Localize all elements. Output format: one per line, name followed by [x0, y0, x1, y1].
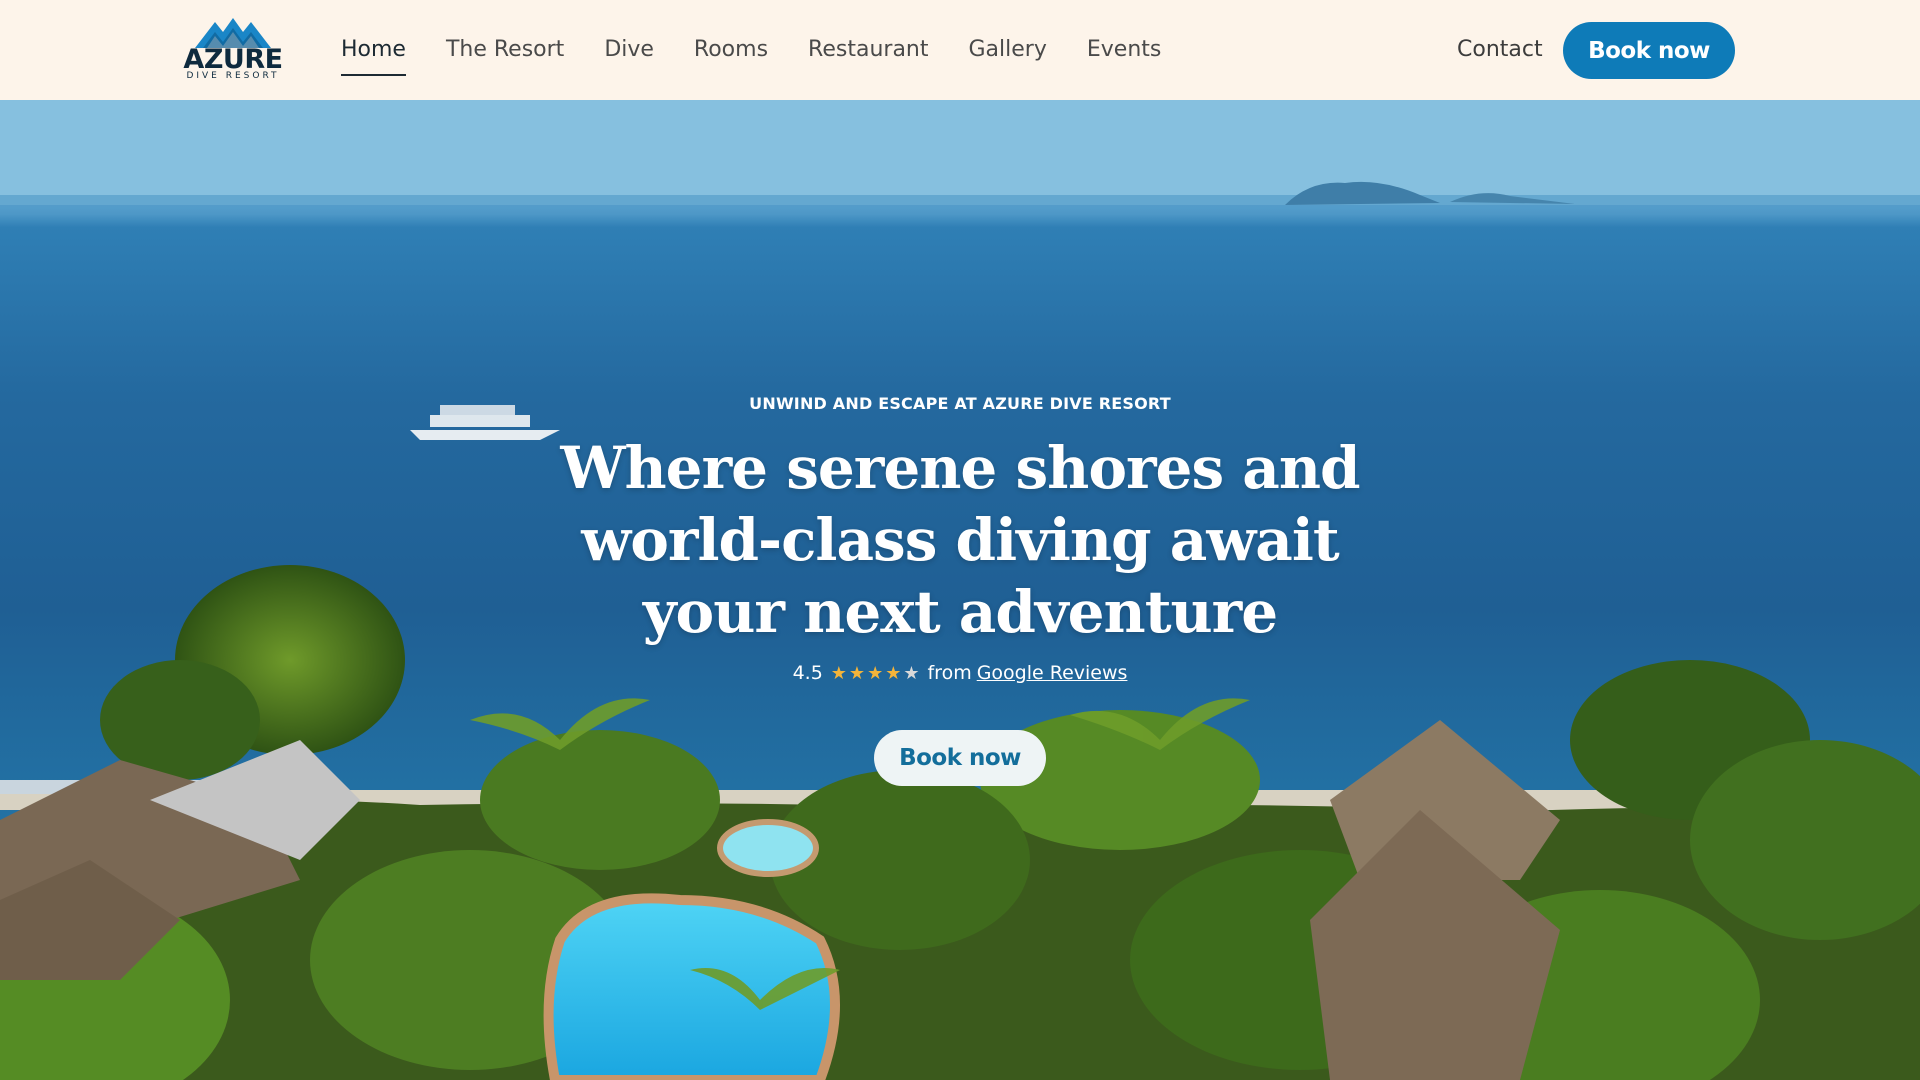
nav-item-restaurant[interactable]: Restaurant	[808, 0, 928, 100]
hero-eyebrow: UNWIND AND ESCAPE AT AZURE DIVE RESORT	[749, 394, 1171, 413]
google-reviews-link[interactable]: Google Reviews	[977, 662, 1128, 684]
site-header: AZURE DIVE RESORT Home The Resort Dive R…	[0, 0, 1920, 100]
brand-logo[interactable]: AZURE DIVE RESORT	[183, 18, 283, 84]
hero-headline-line-2: world-class diving await	[581, 506, 1339, 574]
nav-item-the-resort[interactable]: The Resort	[446, 0, 564, 100]
hero-headline-line-1: Where serene shores and	[560, 434, 1360, 502]
star-icon: ★	[885, 662, 902, 684]
nav-item-dive[interactable]: Dive	[604, 0, 654, 100]
hero-section: UNWIND AND ESCAPE AT AZURE DIVE RESORT W…	[0, 100, 1920, 1080]
rating-stars: ★ ★ ★ ★ ★	[831, 663, 922, 684]
nav-item-rooms[interactable]: Rooms	[694, 0, 768, 100]
nav-item-events[interactable]: Events	[1087, 0, 1162, 100]
hero-headline-line-3: your next adventure	[642, 578, 1278, 646]
star-icon: ★	[867, 662, 884, 684]
nav-item-home[interactable]: Home	[341, 0, 406, 100]
book-now-button[interactable]: Book now	[1563, 22, 1735, 79]
nav-item-gallery[interactable]: Gallery	[969, 0, 1047, 100]
main-nav: Home The Resort Dive Rooms Restaurant Ga…	[341, 0, 1201, 100]
rating-summary: 4.5 ★ ★ ★ ★ ★ from Google Reviews	[560, 662, 1360, 684]
hero-book-now-button[interactable]: Book now	[874, 730, 1046, 786]
boat	[410, 405, 560, 440]
contact-link[interactable]: Contact	[1457, 0, 1543, 100]
hero-headline: Where serene shores and world-class divi…	[560, 432, 1360, 648]
logo-tagline: DIVE RESORT	[186, 71, 280, 81]
star-icon: ★	[830, 662, 847, 684]
rating-from-label: from	[927, 662, 972, 684]
logo-wordmark: AZURE	[183, 44, 283, 75]
star-icon: ★	[848, 662, 866, 684]
rating-value: 4.5	[792, 662, 823, 684]
star-half-icon: ★	[903, 662, 920, 684]
